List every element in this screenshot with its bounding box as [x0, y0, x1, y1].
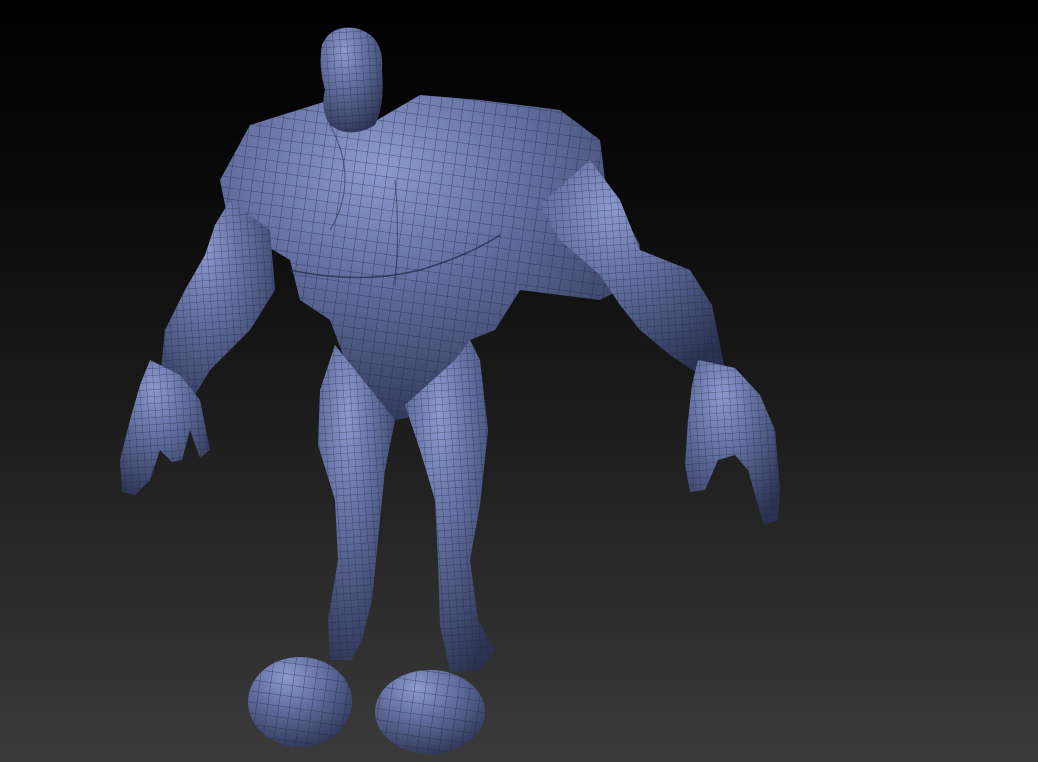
model-body — [120, 27, 780, 754]
sculpt-model[interactable] — [0, 0, 1038, 762]
3d-viewport[interactable] — [0, 0, 1038, 762]
